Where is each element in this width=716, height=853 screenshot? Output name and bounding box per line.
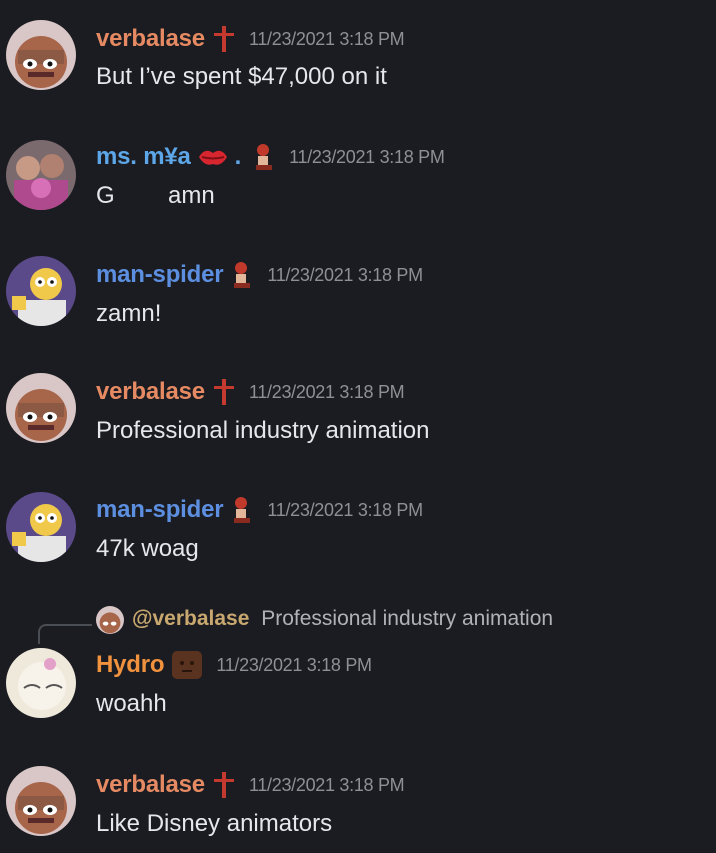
timestamp: 11/23/2021 3:18 PM — [267, 264, 423, 285]
message-text: zamn! — [96, 300, 162, 327]
reply-mention[interactable]: @verbalase — [132, 607, 249, 630]
username[interactable]: ms. m¥a — [96, 143, 191, 171]
figure-icon — [229, 261, 255, 289]
reply-connector — [38, 624, 92, 644]
cross-icon — [211, 770, 237, 800]
kiss-lips-icon — [197, 144, 229, 170]
message-text: Like Disney animators — [96, 810, 333, 837]
username[interactable]: man-spider — [96, 496, 224, 524]
avatar-man-spider[interactable] — [6, 256, 76, 326]
figure-icon — [229, 496, 255, 524]
avatar-verbalase[interactable] — [6, 373, 76, 443]
avatar-verbalase[interactable] — [6, 766, 76, 836]
reply-content[interactable]: Professional industry animation — [261, 607, 553, 630]
timestamp: 11/23/2021 3:18 PM — [216, 654, 372, 675]
avatar-hydro[interactable] — [6, 648, 76, 718]
avatar-man-spider[interactable] — [6, 492, 76, 562]
message-text: But I’ve spent $47,000 on it — [96, 63, 387, 90]
message-text: 47k woag — [96, 535, 199, 562]
timestamp: 11/23/2021 3:18 PM — [248, 28, 405, 49]
message-text: woahh — [96, 690, 167, 717]
username[interactable]: verbalase — [96, 771, 205, 799]
username[interactable]: verbalase — [96, 378, 205, 406]
timestamp: 11/23/2021 3:18 PM — [248, 774, 405, 795]
square-emote-icon — [170, 649, 204, 681]
timestamp: 11/23/2021 3:18 PM — [248, 381, 405, 402]
username[interactable]: man-spider — [96, 261, 224, 289]
cross-icon — [211, 24, 237, 54]
figure-icon — [251, 143, 277, 171]
timestamp: 11/23/2021 3:18 PM — [267, 499, 423, 520]
username-dot: . — [234, 143, 242, 170]
avatar-ms-mya[interactable] — [6, 140, 76, 210]
cross-icon — [211, 377, 237, 407]
reply-reference[interactable]: @verbalase Professional industry animati… — [0, 602, 716, 644]
message-text: Professional industry animation — [96, 417, 430, 444]
avatar-verbalase[interactable] — [6, 20, 76, 90]
username[interactable]: Hydro — [96, 651, 165, 679]
reply-avatar — [96, 606, 124, 634]
message-text: G amn — [96, 182, 215, 209]
username[interactable]: verbalase — [96, 25, 205, 53]
timestamp: 11/23/2021 3:18 PM — [289, 146, 445, 167]
